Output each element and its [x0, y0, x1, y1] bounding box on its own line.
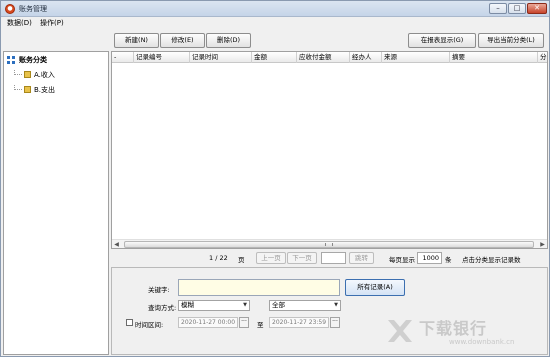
new-button[interactable]: 新建(N) [114, 33, 159, 48]
delete-button[interactable]: 删除(D) [206, 33, 251, 48]
app-window: ● 账务管理 – □ ✕ 数据(D) 操作(P) 新建(N) 修改(E) 删除(… [0, 0, 550, 357]
all-records-button[interactable]: 所有记录(A) [345, 279, 405, 296]
menu-data[interactable]: 数据(D) [7, 18, 32, 28]
page-info: 1 / 22 [209, 254, 228, 262]
category-grid-icon [7, 56, 15, 64]
time-range-checkbox[interactable] [126, 319, 133, 326]
column-header-indicator[interactable]: - [112, 52, 134, 63]
per-page-input[interactable]: 1000 [417, 252, 442, 264]
watermark-url: www.downbank.cn [449, 338, 515, 346]
edit-button[interactable]: 修改(E) [160, 33, 205, 48]
query-mode-select[interactable]: 模糊 ▼ [178, 300, 250, 311]
record-count-hint: 点击分类显示记录数 [462, 256, 521, 264]
date-from-picker-button[interactable]: ··· [239, 317, 249, 328]
column-header-source[interactable]: 来源 [382, 52, 450, 63]
column-header-handler[interactable]: 经办人 [350, 52, 382, 63]
category-tree[interactable]: 账务分类 A.收入 B.支出 [3, 51, 109, 355]
date-from-input[interactable]: 2020-11-27 00:00 [178, 317, 238, 328]
close-button[interactable]: ✕ [527, 3, 547, 14]
scope-select[interactable]: 全部 ▼ [269, 300, 341, 311]
date-to-input[interactable]: 2020-11-27 23:59 [269, 317, 329, 328]
scrollbar-thumb[interactable] [124, 241, 534, 248]
column-header-summary[interactable]: 摘要 [450, 52, 538, 63]
records-grid[interactable]: - 记录编号 记录时间 金额 应收付金额 经办人 来源 摘要 分 ◀ ▶ [111, 51, 548, 249]
grip-icon [325, 243, 333, 246]
menu-bar: 数据(D) 操作(P) [1, 17, 549, 29]
column-header-category[interactable]: 分 [538, 52, 547, 63]
per-page-unit: 条 [445, 256, 452, 264]
chevron-down-icon: ▼ [334, 302, 338, 308]
tree-root-label: 账务分类 [19, 56, 47, 64]
per-page-label: 每页显示 [389, 256, 415, 264]
scope-value: 全部 [272, 301, 285, 309]
minimize-button[interactable]: – [489, 3, 507, 14]
grid-header: - 记录编号 记录时间 金额 应收付金额 经办人 来源 摘要 分 [112, 52, 547, 63]
jump-button[interactable]: 跳转 [349, 252, 374, 264]
horizontal-scrollbar[interactable]: ◀ ▶ [112, 239, 547, 248]
menu-operation[interactable]: 操作(P) [40, 18, 64, 28]
tree-connector [14, 85, 22, 90]
export-category-button[interactable]: 导出当前分类(L) [478, 33, 544, 48]
query-mode-label: 查询方式: [148, 304, 177, 312]
pagination-bar: 1 / 22 页 上一页 下一页 跳转 每页显示 1000 条 点击分类显示记录… [111, 250, 548, 266]
scroll-right-icon[interactable]: ▶ [538, 240, 547, 248]
toolbar: 新建(N) 修改(E) 删除(D) 在报表显示(G) 导出当前分类(L) [1, 29, 549, 51]
jump-page-input[interactable] [321, 252, 346, 264]
folder-icon [24, 71, 31, 78]
tree-item-label: B.支出 [34, 86, 56, 94]
maximize-button[interactable]: □ [508, 3, 526, 14]
date-to-picker-button[interactable]: ··· [330, 317, 340, 328]
column-header-record-id[interactable]: 记录编号 [134, 52, 190, 63]
prev-page-button[interactable]: 上一页 [256, 252, 286, 264]
query-mode-value: 模糊 [181, 301, 194, 309]
tree-item-label: A.收入 [34, 71, 55, 79]
watermark-name: 下载银行 [419, 319, 488, 338]
page-unit: 页 [238, 256, 245, 264]
time-range-label: 时间区间: [135, 321, 164, 329]
keyword-input[interactable] [178, 279, 340, 296]
scroll-left-icon[interactable]: ◀ [112, 240, 121, 248]
next-page-button[interactable]: 下一页 [287, 252, 317, 264]
window-title: 账务管理 [19, 5, 47, 13]
tree-connector [14, 70, 22, 75]
column-header-record-time[interactable]: 记录时间 [190, 52, 252, 63]
watermark-logo-icon [388, 320, 412, 342]
column-header-receivable[interactable]: 应收付金额 [297, 52, 350, 63]
column-header-amount[interactable]: 金额 [252, 52, 297, 63]
app-logo-icon: ● [5, 4, 15, 14]
show-in-report-button[interactable]: 在报表显示(G) [408, 33, 476, 48]
keyword-label: 关键字: [148, 286, 170, 294]
title-bar[interactable]: ● 账务管理 – □ ✕ [1, 1, 549, 17]
to-label: 至 [257, 321, 264, 329]
folder-icon [24, 86, 31, 93]
chevron-down-icon: ▼ [243, 302, 247, 308]
